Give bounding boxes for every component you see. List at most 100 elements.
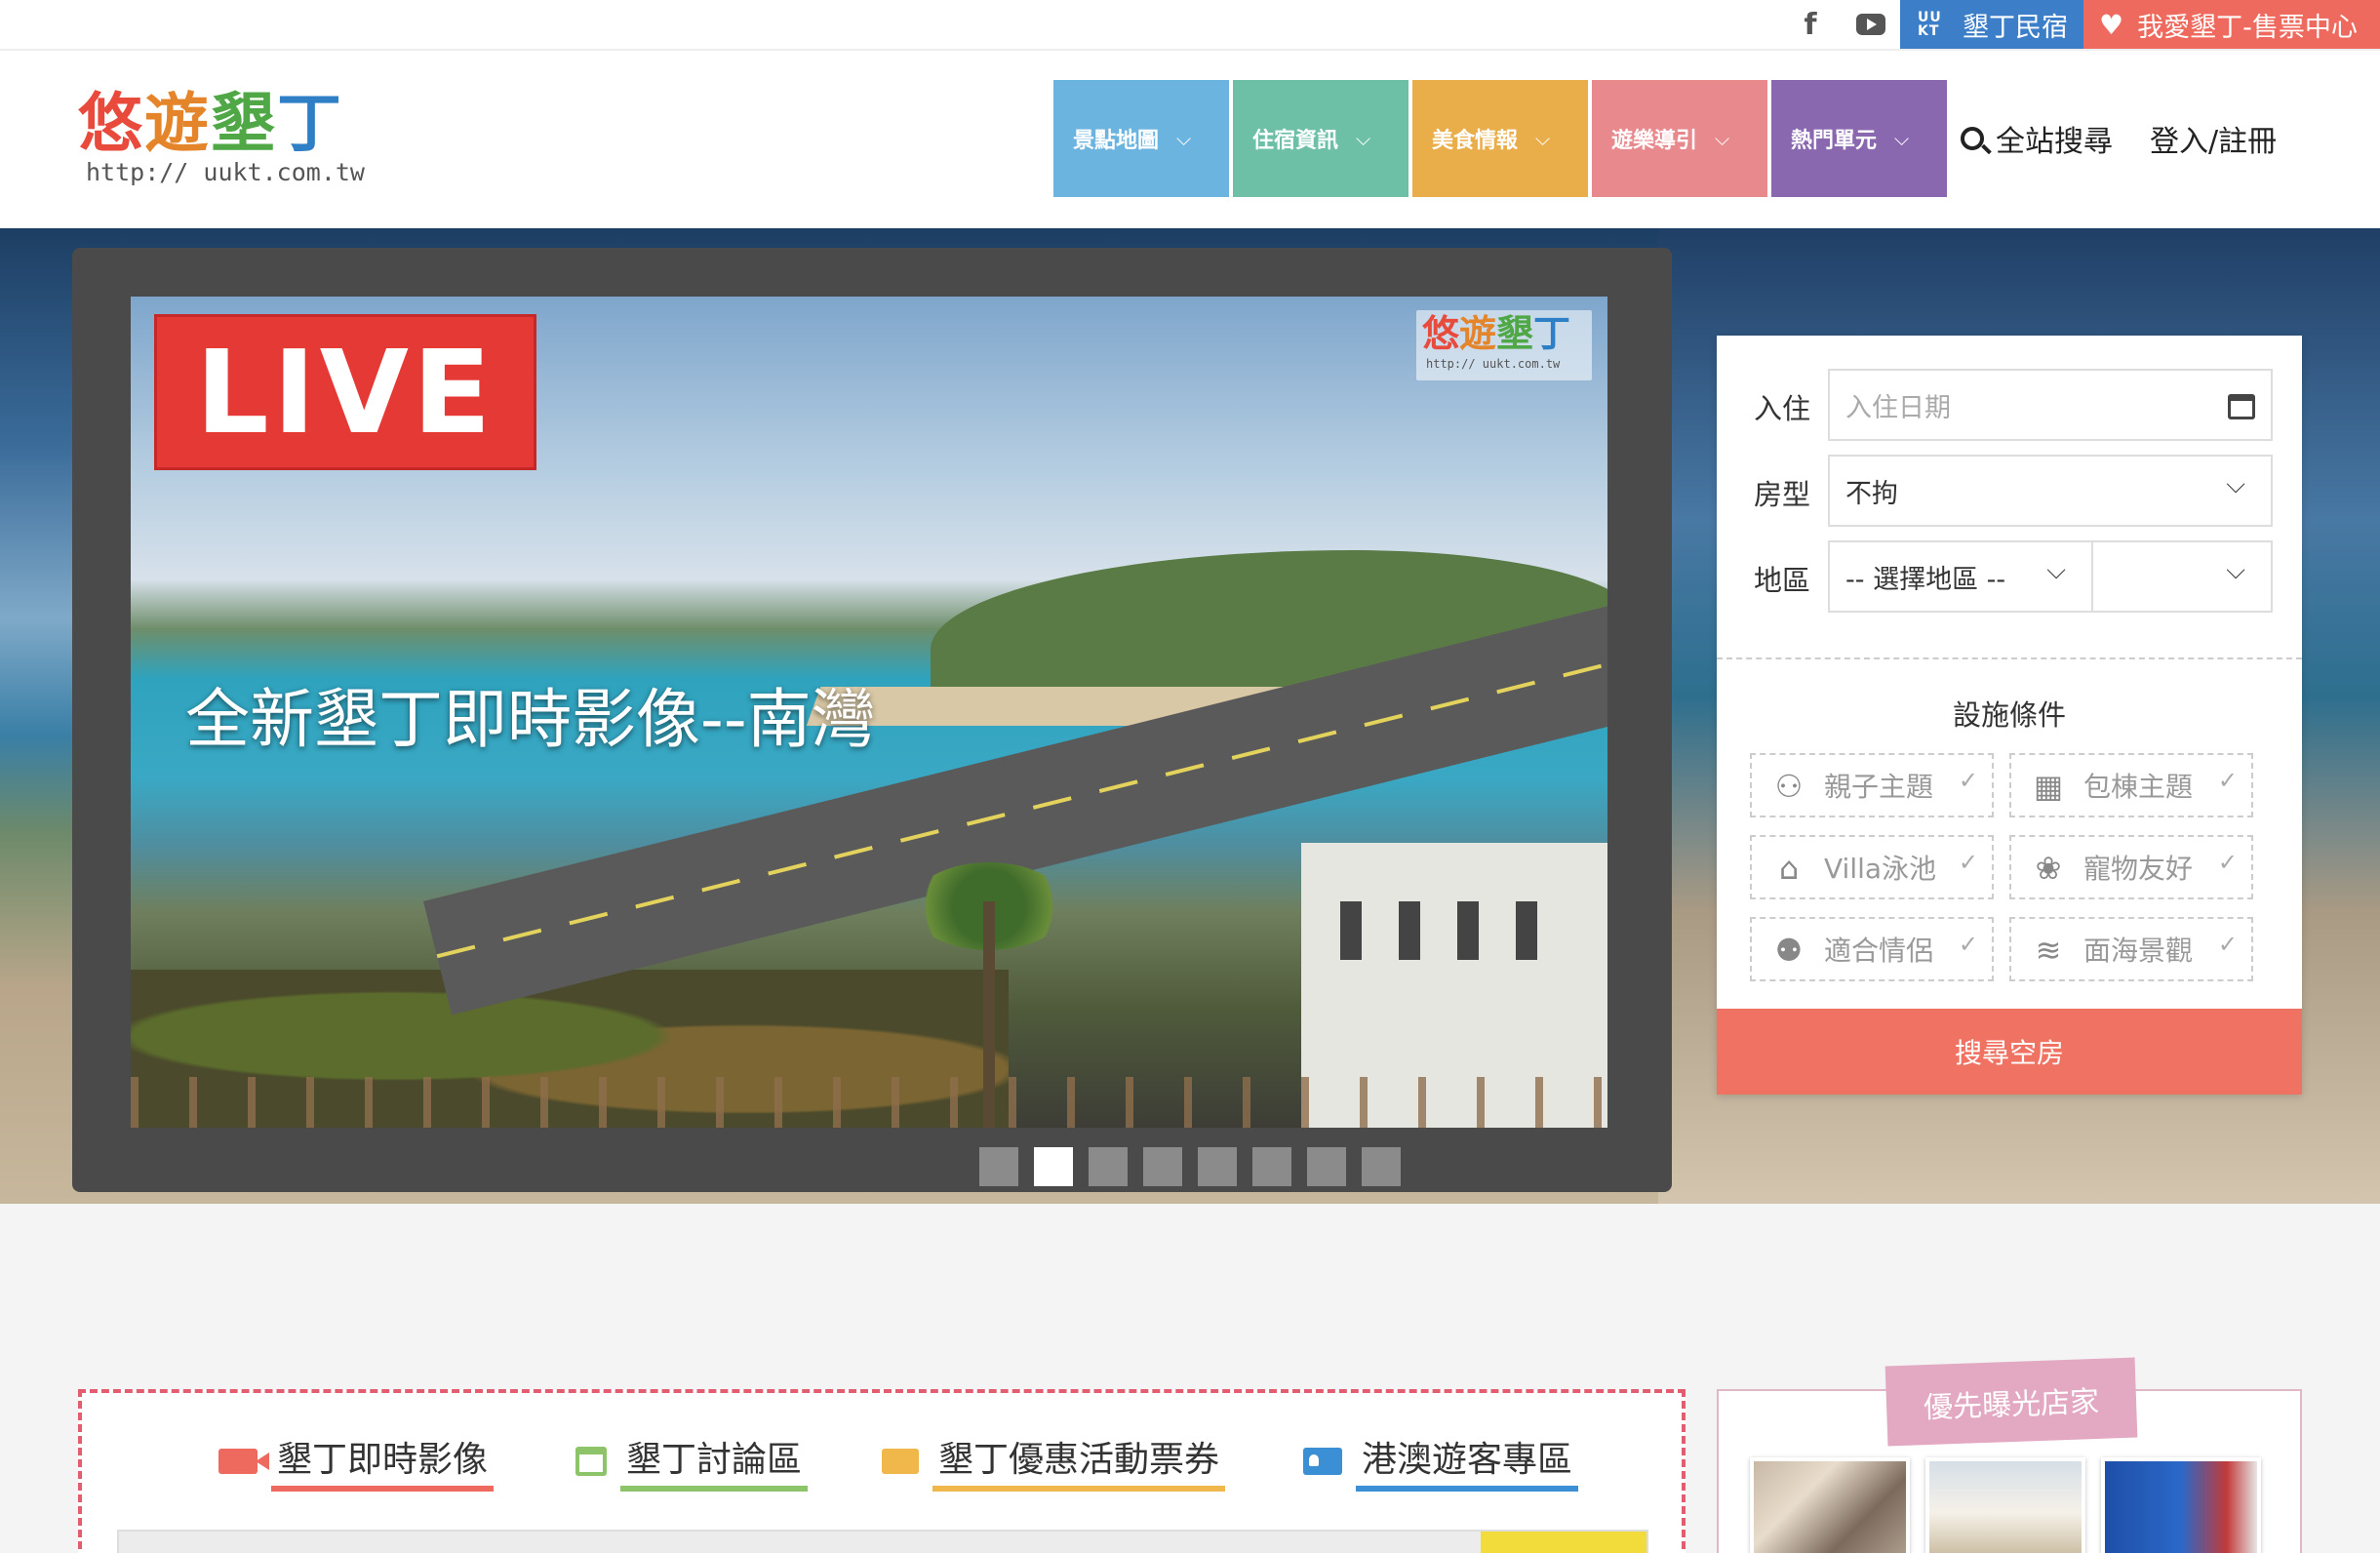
tab-forum[interactable]: 墾丁討論區 <box>575 1432 809 1492</box>
facility-sea-view[interactable]: ≋ 面海景觀 ✓ <box>2009 917 2253 981</box>
check-icon: ✓ <box>2217 931 2238 958</box>
facility-villa-pool[interactable]: ⌂ Villa泳池 ✓ <box>1750 835 1994 899</box>
nav-label: 熱門單元 <box>1791 129 1878 153</box>
slide-dot[interactable] <box>1089 1147 1128 1186</box>
tab-content-accent[interactable] <box>1481 1532 1646 1553</box>
facility-couple[interactable]: ⚉ 適合情侶 ✓ <box>1750 917 1994 981</box>
checkin-label: 入住 <box>1754 392 1811 425</box>
logo-char: 丁 <box>277 85 343 161</box>
facebook-icon[interactable]: f <box>1781 0 1840 49</box>
facility-pet-friendly[interactable]: ❀ 寵物友好 ✓ <box>2009 835 2253 899</box>
ticket-icon <box>882 1449 919 1474</box>
tab-label: 墾丁優惠活動票券 <box>932 1431 1226 1492</box>
panel-divider <box>1717 657 2302 659</box>
nav-attraction-map[interactable]: 景點地圖 ⌵ <box>1053 80 1229 197</box>
nav-fun-guide[interactable]: 遊樂導引 ⌵ <box>1592 80 1767 197</box>
tab-tickets[interactable]: 墾丁優惠活動票券 <box>882 1431 1226 1492</box>
check-icon: ✓ <box>2217 849 2238 876</box>
facility-family[interactable]: ⚇ 親子主題 ✓ <box>1750 753 1994 817</box>
facility-label: 親子主題 <box>1824 771 1934 803</box>
couple-icon: ⚉ <box>1774 932 1804 969</box>
villa-pool-icon: ⌂ <box>1778 850 1800 887</box>
logo-char: 遊 <box>1459 311 1497 355</box>
watermark-url: http:// uukt.com.tw <box>1426 357 1561 371</box>
site-search-button[interactable]: 全站搜尋 <box>1961 80 2113 197</box>
login-register-label: 登入/註冊 <box>2150 125 2278 159</box>
calendar-icon <box>2228 394 2255 419</box>
slide-pagination <box>979 1147 1401 1186</box>
site-header: 悠遊墾丁 http:// uukt.com.tw 景點地圖 ⌵ 住宿資訊 ⌵ 美… <box>0 51 2380 228</box>
scene-railing <box>131 1077 1607 1128</box>
logo-char: 悠 <box>1422 311 1460 355</box>
tab-content-area <box>117 1530 1648 1553</box>
watermark-title: 悠遊墾丁 <box>1416 310 1592 357</box>
tab-live-video[interactable]: 墾丁即時影像 <box>218 1431 495 1492</box>
slide-dot[interactable] <box>1362 1147 1401 1186</box>
nav-label: 景點地圖 <box>1073 129 1160 153</box>
nav-popular[interactable]: 熱門單元 ⌵ <box>1771 80 1947 197</box>
ticket-center-link[interactable]: ♥ 我愛墾丁-售票中心 <box>2083 0 2380 49</box>
site-logo[interactable]: 悠遊墾丁 http:// uukt.com.tw <box>78 88 371 195</box>
login-register-link[interactable]: 登入/註冊 <box>2150 80 2277 197</box>
subregion-select[interactable]: ⌵ <box>2095 542 2271 611</box>
logo-char: 丁 <box>1533 311 1571 355</box>
checkin-date-input[interactable]: 入住日期 <box>1828 369 2273 441</box>
slide-dot[interactable] <box>1307 1147 1346 1186</box>
facility-label: Villa泳池 <box>1824 853 1937 885</box>
live-video-frame: LIVE 悠遊墾丁 http:// uukt.com.tw 全新墾丁即時影像--… <box>72 248 1672 1192</box>
live-video-screen[interactable]: LIVE 悠遊墾丁 http:// uukt.com.tw 全新墾丁即時影像--… <box>131 297 1607 1128</box>
checkin-row: 入住 入住日期 <box>1717 369 2302 441</box>
region-select[interactable]: -- 選擇地區 -- ⌵ <box>1830 542 2093 611</box>
logo-char: 悠 <box>78 85 144 161</box>
facility-whole-house[interactable]: ▦ 包棟主題 ✓ <box>2009 753 2253 817</box>
slide-dot[interactable] <box>1252 1147 1291 1186</box>
uukt-badge-icon: UU KT <box>1918 10 1942 39</box>
slide-caption: 全新墾丁即時影像--南灣 <box>185 682 876 757</box>
calendar-icon <box>575 1447 607 1476</box>
tab-hk-macau[interactable]: 港澳遊客專區 <box>1303 1431 1579 1492</box>
building-icon: ▦ <box>2033 768 2064 805</box>
ticket-center-label: 我愛墾丁-售票中心 <box>2137 12 2358 43</box>
video-camera-icon <box>218 1449 269 1474</box>
chevron-down-icon: ⌵ <box>2226 470 2245 499</box>
region-row: 地區 -- 選擇地區 -- ⌵ ⌵ <box>1717 540 2302 613</box>
featured-stores-label: 優先曝光店家 <box>1884 1357 2138 1447</box>
store-thumbnail[interactable] <box>2101 1457 2261 1553</box>
slide-dot[interactable] <box>979 1147 1018 1186</box>
region-selects: -- 選擇地區 -- ⌵ ⌵ <box>1828 540 2273 613</box>
chevron-down-icon: ⌵ <box>2226 556 2245 585</box>
logo-char: 遊 <box>144 85 211 161</box>
roomtype-label: 房型 <box>1754 478 1811 511</box>
site-search-label: 全站搜尋 <box>1996 125 2113 159</box>
chevron-down-icon: ⌵ <box>1356 127 1371 150</box>
check-icon: ✓ <box>1958 931 1978 958</box>
chevron-down-icon: ⌵ <box>1176 127 1192 150</box>
chevron-down-icon: ⌵ <box>2046 556 2066 585</box>
logo-char: 墾 <box>1496 311 1534 355</box>
youtube-icon[interactable] <box>1842 0 1900 49</box>
search-rooms-button[interactable]: 搜尋空房 <box>1717 1009 2302 1095</box>
featured-stores: 優先曝光店家 <box>1717 1357 2302 1553</box>
feature-tabs-box: 墾丁即時影像 墾丁討論區 墾丁優惠活動票券 港澳遊客專區 <box>78 1389 1686 1553</box>
nav-food[interactable]: 美食情報 ⌵ <box>1412 80 1588 197</box>
roomtype-select[interactable]: 不拘 ⌵ <box>1828 455 2273 527</box>
tab-label: 港澳遊客專區 <box>1356 1431 1579 1492</box>
store-thumbnail[interactable] <box>1750 1457 1910 1553</box>
store-thumbnail[interactable] <box>1925 1457 2085 1553</box>
nav-accommodation[interactable]: 住宿資訊 ⌵ <box>1233 80 1408 197</box>
paw-icon: ❀ <box>2035 850 2062 887</box>
slide-dot[interactable] <box>1198 1147 1237 1186</box>
tab-label: 墾丁即時影像 <box>271 1431 495 1492</box>
logo-url: http:// uukt.com.tw <box>86 158 365 186</box>
video-watermark-logo: 悠遊墾丁 http:// uukt.com.tw <box>1416 310 1592 380</box>
region-value: -- 選擇地區 -- <box>1845 564 2006 595</box>
minsu-link[interactable]: UU KT 墾丁民宿 <box>1900 0 2083 49</box>
sea-view-icon: ≋ <box>2035 932 2062 969</box>
slide-dot[interactable] <box>1143 1147 1182 1186</box>
nav-label: 遊樂導引 <box>1611 129 1698 153</box>
slide-dot-active[interactable] <box>1034 1147 1073 1186</box>
check-icon: ✓ <box>1958 767 1978 794</box>
roomtype-row: 房型 不拘 ⌵ <box>1717 455 2302 527</box>
facility-label: 適合情侶 <box>1824 935 1934 967</box>
roomtype-value: 不拘 <box>1845 478 1898 509</box>
